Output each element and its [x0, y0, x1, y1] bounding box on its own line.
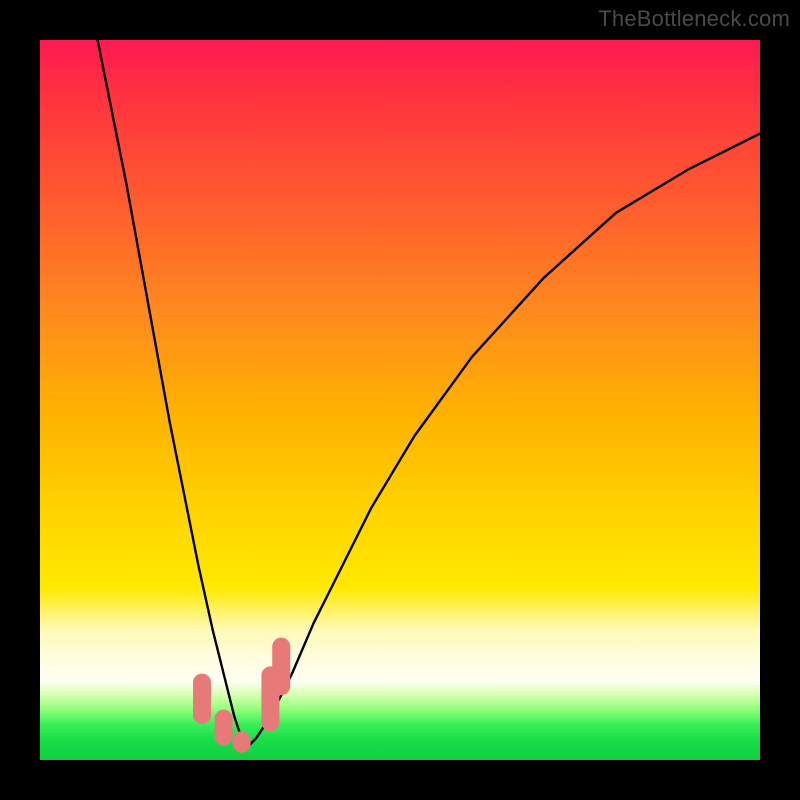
plot-area: [40, 40, 760, 760]
pink-marker: [215, 710, 233, 746]
chart-frame: TheBottleneck.com: [0, 0, 800, 800]
markers-group: [193, 638, 290, 753]
curve-layer: [40, 40, 760, 760]
pink-marker: [272, 638, 290, 696]
bottleneck-curve: [98, 40, 760, 746]
pink-marker: [193, 674, 211, 724]
watermark-text: TheBottleneck.com: [598, 6, 790, 32]
pink-marker: [233, 731, 251, 753]
